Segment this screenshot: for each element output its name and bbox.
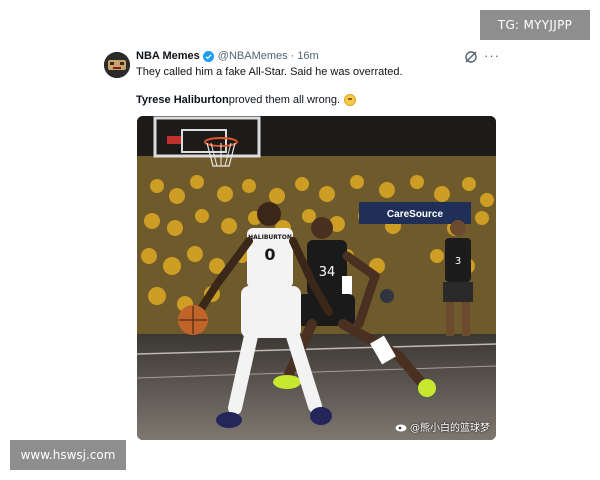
handle[interactable]: @NBAMemes [218, 50, 288, 62]
media-watermark: @熊小白的篮球梦 [395, 419, 490, 434]
court-ad-text: CareSource [387, 209, 444, 220]
defender-jersey-number: 34 [319, 265, 336, 280]
mention-name: Tyrese Haliburton [136, 94, 229, 106]
tweet-media-image[interactable]: CareSource 3 34 HALIBURTON 0 @熊小白的篮球梦 [137, 116, 496, 440]
jersey-number: 0 [264, 245, 275, 264]
tg-watermark-badge: TG: MYYJJPP [480, 10, 590, 40]
separator-dot: · [290, 50, 295, 62]
avatar[interactable] [104, 52, 130, 78]
grinning-face-emoji-icon [344, 94, 356, 106]
verified-badge-icon [202, 50, 214, 62]
tweet-text-rest: proved them all wrong. [228, 94, 340, 106]
tweet-text-line-2: Tyrese Haliburton proved them all wrong. [136, 94, 356, 106]
tweet-text-line-1: They called him a fake All-Star. Said he… [136, 66, 403, 78]
background-jersey-number: 3 [455, 256, 461, 267]
timestamp[interactable]: 16m [297, 50, 318, 62]
display-name[interactable]: NBA Memes [136, 50, 200, 62]
jersey-name: HALIBURTON [248, 234, 292, 241]
tweet-card[interactable]: NBA Memes @NBAMemes · 16m ··· They calle… [100, 40, 500, 440]
site-watermark-badge: www.hswsj.com [10, 440, 126, 470]
watermark-text: @熊小白的篮球梦 [410, 423, 490, 434]
weibo-icon [395, 424, 407, 431]
grok-icon[interactable] [464, 50, 478, 64]
more-options-icon[interactable]: ··· [484, 48, 500, 63]
tweet-header: NBA Memes @NBAMemes · 16m [136, 50, 319, 62]
